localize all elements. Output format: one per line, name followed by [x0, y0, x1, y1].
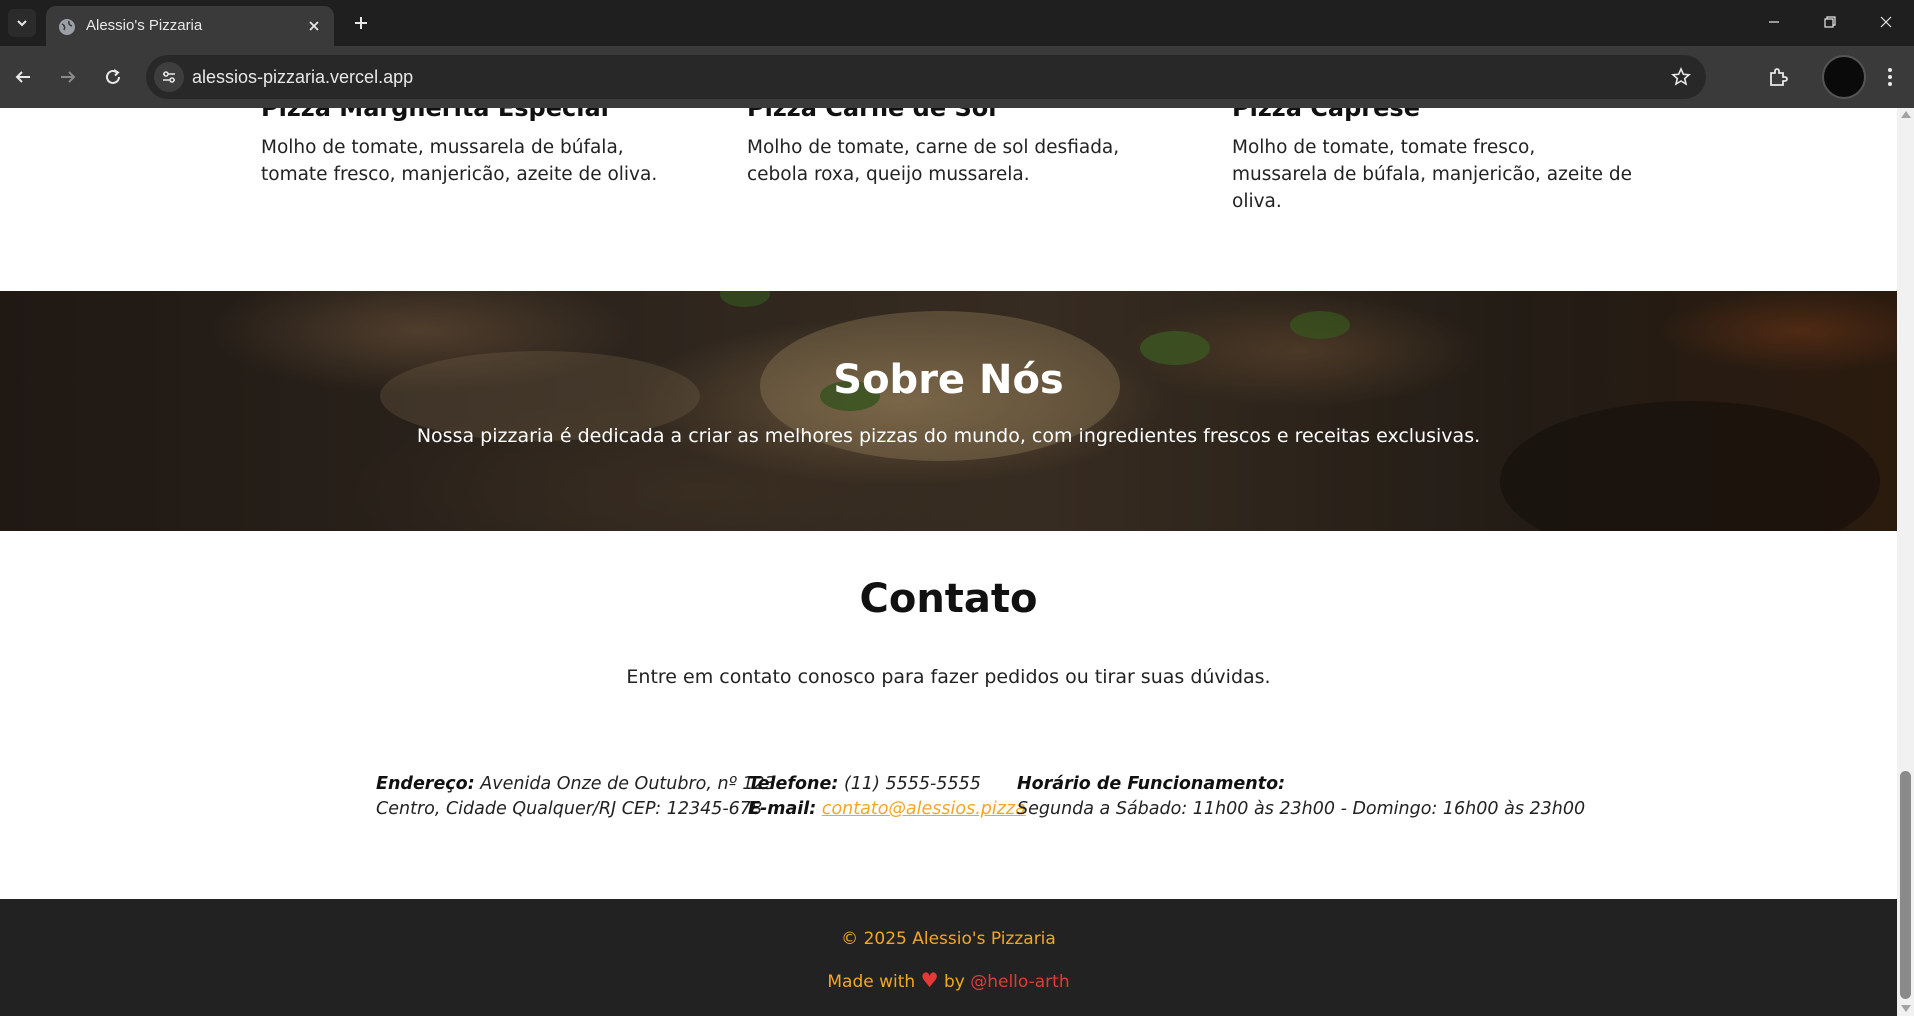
tab-search-button[interactable] — [8, 9, 36, 37]
made-with-text: Made with — [827, 972, 916, 992]
site-footer: © 2025 Alessio's Pizzaria Made with ♥ by… — [0, 899, 1897, 1016]
footer-copyright: © 2025 Alessio's Pizzaria — [841, 929, 1056, 949]
menu-item-name: Pizza Caprese — [1232, 108, 1420, 122]
bookmark-button[interactable] — [1670, 66, 1692, 88]
menu-item-description: Molho de tomate, tomate fresco, mussarel… — [1232, 137, 1633, 212]
arrow-right-icon — [61, 71, 76, 83]
forward-button[interactable] — [54, 63, 82, 91]
close-window-button[interactable] — [1858, 0, 1914, 44]
globe-icon — [59, 19, 75, 35]
menu-item-name: Pizza Margherita Especial — [261, 108, 609, 122]
back-button[interactable] — [9, 63, 37, 91]
star-icon — [1671, 67, 1691, 86]
restore-button[interactable] — [1802, 0, 1858, 44]
tab-close-button[interactable] — [304, 16, 324, 36]
site-info-button[interactable] — [154, 62, 184, 92]
by-text: by — [943, 972, 965, 992]
phone-label: Telefone: — [748, 774, 839, 794]
about-section: Sobre Nós Nossa pizzaria é dedicada a cr… — [0, 291, 1897, 531]
restore-icon — [1824, 16, 1836, 28]
browser-menu-button[interactable] — [1876, 62, 1904, 92]
scrollbar-thumb[interactable] — [1900, 771, 1911, 999]
menu-item-description: Molho de tomate, carne de sol desfiada, … — [747, 137, 1120, 185]
extensions-button[interactable] — [1763, 62, 1793, 92]
more-vertical-icon — [1888, 68, 1892, 86]
email-link[interactable]: contato@alessios.pizza — [822, 799, 1026, 819]
arrow-left-icon — [15, 71, 30, 83]
browser-tab[interactable]: Alessio's Pizzaria — [46, 6, 334, 46]
url-text[interactable]: alessios-pizzaria.vercel.app — [192, 67, 413, 88]
menu-item-description: Molho de tomate, mussarela de búfala, to… — [261, 137, 658, 185]
reload-icon — [106, 69, 120, 84]
menu-item-card: Pizza Carne de Sol Molho de tomate, carn… — [747, 108, 1147, 188]
footer-credit: Made with ♥ by @hello-arth — [0, 968, 1897, 992]
hours-label: Horário de Funcionamento: — [1017, 774, 1286, 794]
chevron-down-icon — [17, 20, 27, 27]
about-text: Nossa pizzaria é dedicada a criar as mel… — [416, 425, 1481, 447]
tab-title: Alessio's Pizzaria — [86, 17, 203, 34]
new-tab-button[interactable] — [348, 10, 374, 36]
close-icon — [1880, 16, 1892, 28]
page-viewport: Pizza Margherita Especial Molho de tomat… — [0, 108, 1897, 1016]
menu-item-card: Pizza Margherita Especial Molho de tomat… — [261, 108, 661, 188]
email-label: E-mail: — [748, 799, 817, 819]
heart-icon: ♥ — [920, 968, 939, 992]
tune-icon — [163, 71, 175, 83]
hours-text: Segunda a Sábado: 11h00 às 23h00 - Domin… — [1017, 799, 1586, 819]
author-link[interactable]: @hello-arth — [970, 972, 1069, 992]
about-title: Sobre Nós — [833, 357, 1064, 403]
minimize-icon — [1769, 21, 1779, 23]
contact-phone-email: Telefone: (11) 5555-5555 E-mail: contato… — [748, 772, 1026, 822]
menu-item-card: Pizza Caprese Molho de tomate, tomate fr… — [1232, 108, 1632, 215]
scroll-down-arrow-icon[interactable] — [1901, 1005, 1911, 1012]
menu-item-name: Pizza Carne de Sol — [747, 108, 997, 122]
profile-avatar[interactable] — [1822, 55, 1866, 99]
minimize-button[interactable] — [1746, 0, 1802, 44]
browser-tab-bar: Alessio's Pizzaria — [0, 0, 1914, 46]
contact-hours: Horário de Funcionamento: Segunda a Sába… — [1017, 772, 1585, 822]
puzzle-icon — [1770, 68, 1788, 86]
phone-number: (11) 5555-5555 — [843, 774, 981, 794]
plus-icon — [355, 17, 367, 29]
address-line-2: Centro, Cidade Qualquer/RJ CEP: 12345-67… — [376, 799, 763, 819]
address-label: Endereço: — [376, 774, 475, 794]
close-icon — [309, 21, 319, 31]
contact-title: Contato — [859, 576, 1038, 622]
browser-toolbar: alessios-pizzaria.vercel.app — [0, 46, 1914, 108]
reload-button[interactable] — [99, 63, 127, 91]
address-bar[interactable]: alessios-pizzaria.vercel.app — [146, 55, 1706, 99]
contact-subtitle: Entre em contato conosco para fazer pedi… — [626, 666, 1271, 688]
address-line-1: Avenida Onze de Outubro, nº 123 — [480, 774, 776, 794]
contact-address: Endereço: Avenida Onze de Outubro, nº 12… — [376, 772, 776, 822]
scroll-up-arrow-icon[interactable] — [1901, 111, 1911, 118]
page-scrollbar[interactable] — [1897, 108, 1914, 1016]
